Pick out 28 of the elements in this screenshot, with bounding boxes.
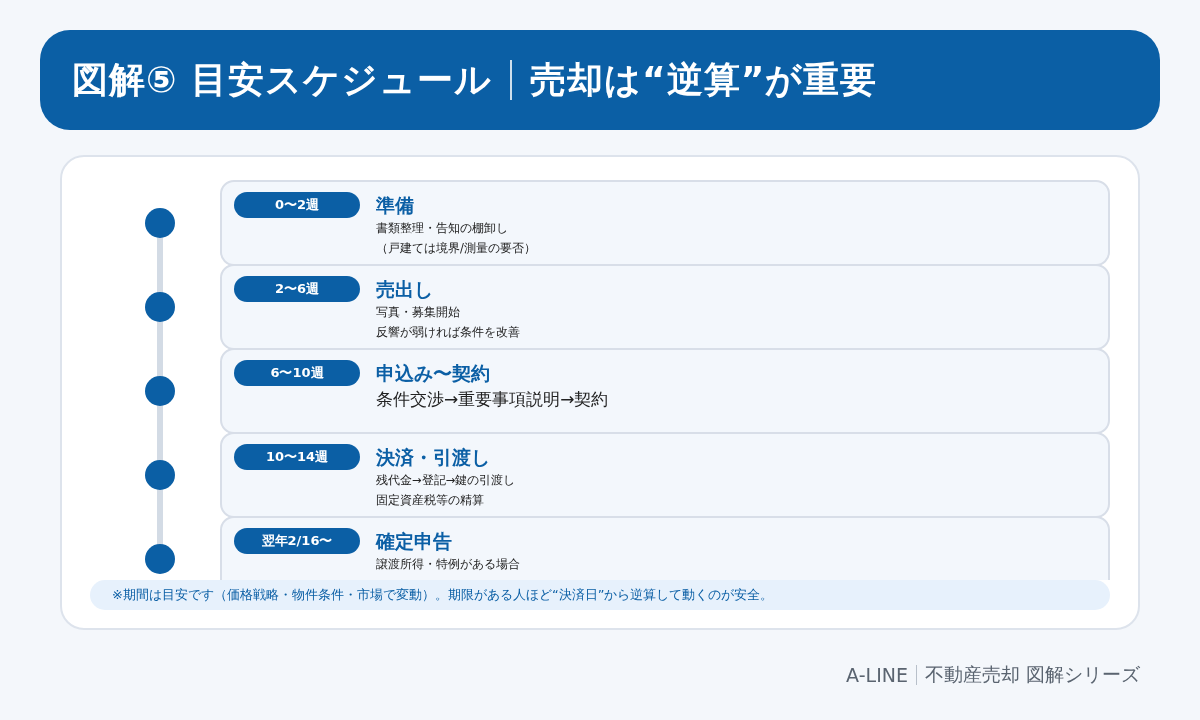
step-title: 準備 xyxy=(376,193,415,218)
period-badge: 2〜6週 xyxy=(234,276,360,302)
period-badge: 翌年2/16〜 xyxy=(234,528,360,554)
timeline-dot xyxy=(145,208,175,238)
timeline-dot xyxy=(145,460,175,490)
timeline-dot xyxy=(145,376,175,406)
note-text: ※期間は目安です（価格戦略・物件条件・市場で変動）。期限がある人ほど“決済日”から逆算して動くのが安全。 xyxy=(90,580,1110,610)
step-description: 書類整理・告知の棚卸し xyxy=(376,220,509,237)
timeline-dot xyxy=(145,544,175,574)
step-description: （戸建ては境界/測量の要否） xyxy=(376,240,536,257)
banner-subtitle: 売却は“逆算”が重要 xyxy=(530,57,878,102)
banner-title: 図解⑤ 目安スケジュール xyxy=(72,57,492,102)
step-title: 売出し xyxy=(376,277,434,302)
step-title: 確定申告 xyxy=(376,529,453,554)
step-description: 固定資産税等の精算 xyxy=(376,492,485,509)
step-description: 残代金→登記→鍵の引渡し xyxy=(376,472,516,489)
step-description: 反響が弱ければ条件を改善 xyxy=(376,324,520,341)
step-description: 条件交渉→重要事項説明→契約 xyxy=(376,388,609,411)
period-badge: 10〜14週 xyxy=(234,444,360,470)
step-title: 申込み〜契約 xyxy=(376,361,491,386)
series-text: 不動産売却 図解シリーズ xyxy=(924,662,1140,687)
brand-text: A-LINE xyxy=(846,664,908,686)
step-title: 決済・引渡し xyxy=(376,445,491,470)
period-badge: 6〜10週 xyxy=(234,360,360,386)
step-description: 写真・募集開始 xyxy=(376,304,461,321)
step-description: 譲渡所得・特例がある場合 xyxy=(376,556,520,573)
period-badge: 0〜2週 xyxy=(234,192,360,218)
timeline-dot xyxy=(145,292,175,322)
